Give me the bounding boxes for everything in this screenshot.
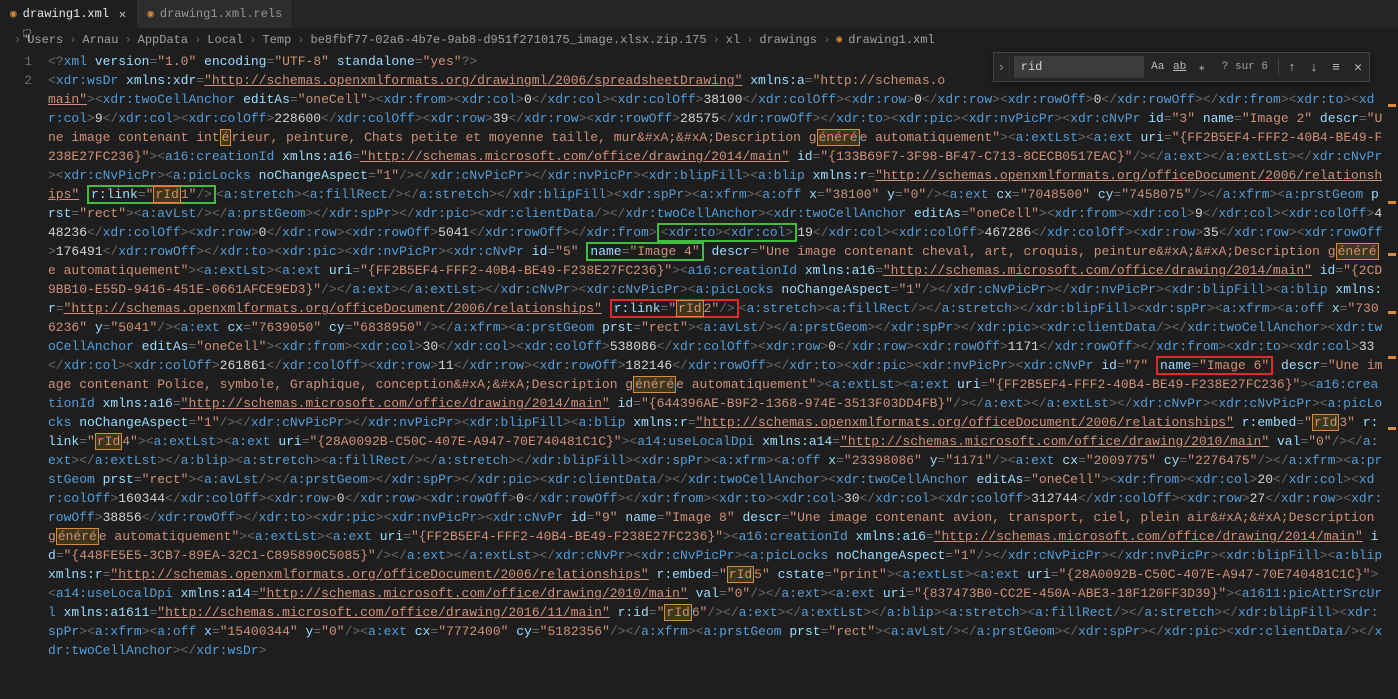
breadcrumb[interactable]: › Users › Arnau › AppData › Local › Temp… (0, 28, 1398, 52)
chevron-right-icon: › (194, 33, 201, 47)
find-count: ? sur 6 (1214, 61, 1276, 73)
tab-drawing1-xml[interactable]: ◉ drawing1.xml ✕ (0, 0, 137, 28)
divider (1278, 59, 1279, 75)
filter-icon[interactable]: ≡ (1325, 56, 1347, 78)
chevron-right-icon: › (124, 33, 131, 47)
tab-label: drawing1.xml (23, 7, 109, 21)
chevron-right-icon[interactable]: › (994, 53, 1010, 81)
editor[interactable]: 1 2 <?xml version="1.0" encoding="UTF-8"… (0, 52, 1398, 699)
breadcrumb-item[interactable]: be8fbf77-02a6-4b7e-9ab8-d951f2710175_ima… (311, 33, 707, 47)
arrow-down-icon[interactable]: ↓ (1303, 56, 1325, 78)
breadcrumb-item[interactable]: xl (726, 33, 740, 47)
scroll-marker (1388, 427, 1396, 430)
scroll-marker (1388, 104, 1396, 107)
file-xml-icon: ◉ (147, 7, 154, 21)
breadcrumb-item[interactable]: Temp (262, 33, 291, 47)
arrow-up-icon[interactable]: ↑ (1281, 56, 1303, 78)
code-content[interactable]: <?xml version="1.0" encoding="UTF-8" sta… (48, 52, 1398, 699)
chevron-right-icon: › (297, 33, 304, 47)
find-input[interactable] (1014, 56, 1144, 78)
scrollbar[interactable] (1386, 52, 1398, 699)
chevron-right-icon: › (249, 33, 256, 47)
breadcrumb-item[interactable]: drawing1.xml (848, 33, 934, 47)
match-case-button[interactable]: Aa (1148, 57, 1168, 77)
breadcrumb-item[interactable]: Arnau (82, 33, 118, 47)
tab-label: drawing1.xml.rels (160, 7, 282, 21)
chevron-right-icon: › (713, 33, 720, 47)
file-xml-icon: ◉ (836, 34, 842, 46)
scroll-marker (1388, 201, 1396, 204)
match-whole-word-button[interactable]: ab (1170, 57, 1190, 77)
breadcrumb-item[interactable]: Local (207, 33, 243, 47)
line-number: 2 (0, 71, 32, 90)
chevron-right-icon: › (823, 33, 830, 47)
regex-button[interactable]: ⁎ (1192, 57, 1212, 77)
tab-bar: ◉ drawing1.xml ✕ ◉ drawing1.xml.rels (0, 0, 1398, 28)
find-widget: › Aa ab ⁎ ? sur 6 ↑ ↓ ≡ ✕ (993, 52, 1370, 82)
chevron-right-icon: › (14, 33, 21, 47)
line-number: 1 (0, 52, 32, 71)
scroll-marker (1388, 356, 1396, 359)
tab-drawing1-xml-rels[interactable]: ◉ drawing1.xml.rels (137, 0, 293, 28)
breadcrumb-item[interactable]: AppData (138, 33, 188, 47)
breadcrumb-item[interactable]: Users (27, 33, 63, 47)
breadcrumb-item[interactable]: drawings (759, 33, 817, 47)
gutter: 1 2 (0, 52, 48, 699)
chevron-right-icon: › (69, 33, 76, 47)
close-icon[interactable]: ✕ (115, 7, 126, 22)
pointer-cursor-icon: ☟ (22, 26, 32, 46)
chevron-right-icon: › (746, 33, 753, 47)
scroll-marker (1388, 253, 1396, 256)
close-icon[interactable]: ✕ (1347, 56, 1369, 78)
scroll-marker (1388, 311, 1396, 314)
file-xml-icon: ◉ (10, 7, 17, 21)
